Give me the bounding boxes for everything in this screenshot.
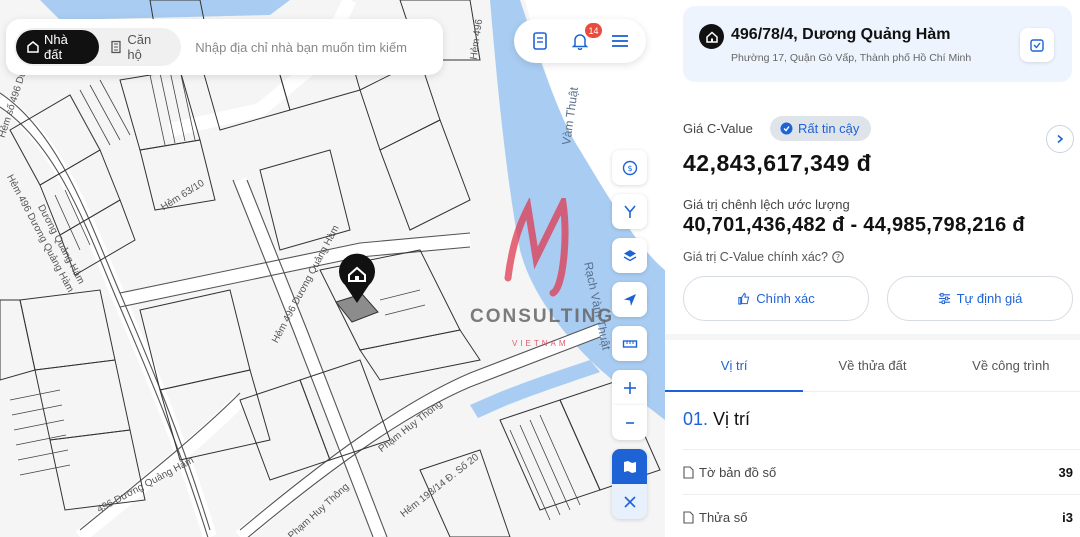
details-next-button[interactable] <box>1046 125 1074 153</box>
locate-tool[interactable] <box>612 282 647 317</box>
notification-badge: 14 <box>585 23 602 38</box>
map-view-button[interactable] <box>612 449 647 484</box>
bookmark-icon <box>1030 39 1044 52</box>
thumbs-up-icon <box>738 292 750 305</box>
satellite-icon <box>623 495 636 508</box>
segment-label: Nhà đất <box>43 32 68 62</box>
zoom-in-icon <box>623 381 636 394</box>
row-label-text: Thửa số <box>699 509 748 525</box>
zoom-out-button[interactable] <box>612 405 647 440</box>
ruler-icon <box>622 339 637 348</box>
section-title: 01. Vị trí <box>683 409 750 430</box>
cvalue-price: 42,843,617,349 đ <box>683 150 872 176</box>
tab-land[interactable]: Về thửa đất <box>803 340 941 391</box>
currency-tool[interactable]: $ <box>612 150 647 185</box>
building-icon <box>111 40 122 54</box>
ruler-tool[interactable] <box>612 326 647 361</box>
row-label-text: Tờ bản đồ số <box>699 464 777 480</box>
address-card: 496/78/4, Dương Quảng Hàm Phường 17, Quậ… <box>683 6 1072 82</box>
file-icon <box>683 465 694 479</box>
self-price-label: Tự định giá <box>956 291 1023 306</box>
trust-label: Rất tin cậy <box>798 121 860 136</box>
route-icon <box>623 204 636 218</box>
correct-button[interactable]: Chính xác <box>683 276 869 321</box>
segment-label: Căn hộ <box>127 32 152 62</box>
row-label: Tờ bản đồ số <box>683 465 776 480</box>
tab-building[interactable]: Về công trình <box>942 340 1080 391</box>
home-icon <box>699 24 724 49</box>
watermark-text: CONSULTING <box>470 306 615 327</box>
info-row-map-sheet: Tờ bản đồ số 39 <box>683 454 1073 490</box>
watermark-subtext: VIETNAM <box>512 339 569 348</box>
svg-text:$: $ <box>627 164 632 173</box>
segment-land-house[interactable]: Nhà đất <box>16 30 100 64</box>
chevron-right-icon <box>1057 134 1064 144</box>
menu-icon[interactable] <box>608 29 632 53</box>
info-row-plot-number: Thửa số i3 <box>683 499 1073 535</box>
search-input[interactable] <box>195 39 435 55</box>
segment-apartment[interactable]: Căn hộ <box>99 30 179 64</box>
map-tools: $ <box>612 150 647 528</box>
layers-tool[interactable] <box>612 238 647 273</box>
currency-icon: $ <box>622 160 637 175</box>
route-tool[interactable] <box>612 194 647 229</box>
svg-text:?: ? <box>836 253 840 262</box>
search-bar: Nhà đất Căn hộ <box>6 19 443 75</box>
info-tabs: Vị trí Về thửa đất Về công trình <box>665 340 1080 392</box>
accuracy-text: Giá trị C-Value chính xác? <box>683 250 828 264</box>
save-property-button[interactable] <box>1020 28 1054 62</box>
bell-icon[interactable]: 14 <box>568 23 602 53</box>
trust-badge: Rất tin cậy <box>770 116 872 141</box>
verified-icon <box>780 122 793 135</box>
zoom-out-icon <box>625 421 634 424</box>
feedback-buttons: Chính xác Tự định giá <box>683 276 1073 321</box>
range-label: Giá trị chênh lệch ước lượng <box>683 197 850 212</box>
address-subtitle: Phường 17, Quận Gò Vấp, Thành phố Hồ Chí… <box>731 52 972 64</box>
property-type-toggle: Nhà đất Căn hộ <box>14 28 182 66</box>
correct-label: Chính xác <box>756 291 815 306</box>
app-root: Hẻm 496 Hẻm 63/10 Dương Quảng Hàm Hẻm 49… <box>0 0 1080 537</box>
self-price-button[interactable]: Tự định giá <box>887 276 1073 321</box>
cvalue-label: Giá C-Value <box>683 121 753 136</box>
address-title: 496/78/4, Dương Quảng Hàm <box>731 26 951 43</box>
section-number: 01. <box>683 409 709 429</box>
house-icon <box>27 41 39 53</box>
file-icon <box>683 510 694 524</box>
locate-icon <box>623 293 636 306</box>
divider <box>683 449 1080 450</box>
map-view-icon <box>623 460 636 473</box>
accuracy-question: Giá trị C-Value chính xác? ? <box>683 250 844 264</box>
section-heading: Vị trí <box>713 409 751 429</box>
range-value: 40,701,436,482 đ - 44,985,798,216 đ <box>683 214 1025 236</box>
help-icon[interactable]: ? <box>832 251 844 263</box>
location-pin-icon[interactable] <box>337 253 377 305</box>
property-panel: 496/78/4, Dương Quảng Hàm Phường 17, Quậ… <box>665 0 1080 537</box>
satellite-button[interactable] <box>612 484 647 519</box>
row-label: Thửa số <box>683 510 747 525</box>
document-icon[interactable] <box>528 29 552 53</box>
divider <box>683 494 1080 495</box>
map-view[interactable]: Hẻm 496 Hẻm 63/10 Dương Quảng Hàm Hẻm 49… <box>0 0 665 537</box>
layers-icon <box>623 249 636 261</box>
tab-location[interactable]: Vị trí <box>665 340 804 392</box>
row-value: 39 <box>1058 464 1073 480</box>
top-actions: 14 <box>514 19 646 63</box>
sliders-icon <box>938 292 950 305</box>
zoom-in-button[interactable] <box>612 370 647 405</box>
row-value: i3 <box>1062 509 1073 525</box>
